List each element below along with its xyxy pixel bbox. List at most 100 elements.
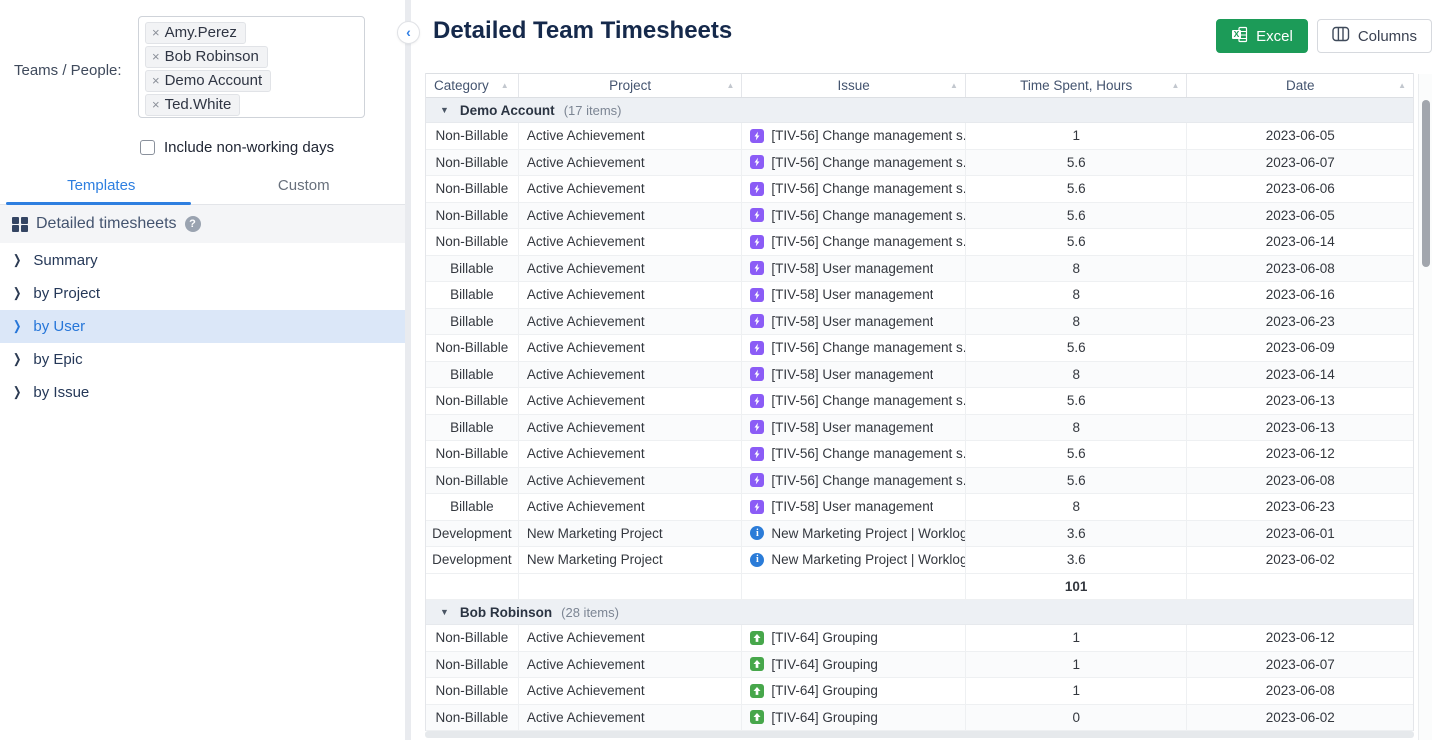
template-group-title: Detailed timesheets [36,215,177,233]
date-cell: 2023-06-05 [1187,123,1413,149]
hours-cell: 8 [966,309,1188,335]
svg-text:X: X [1234,29,1240,39]
vertical-scrollbar-track[interactable] [1418,74,1432,740]
page-title: Detailed Team Timesheets [433,17,732,45]
sidebar-item-label: by Issue [33,384,89,401]
timesheet-table: Category▲Project▲Issue▲Time Spent, Hours… [425,73,1414,731]
category-cell: Non-Billable [426,335,519,361]
category-cell: Non-Billable [426,123,519,149]
issue-label: [TIV-56] Change management s... [771,393,965,408]
category-cell: Billable [426,282,519,308]
category-cell: Billable [426,494,519,520]
column-header-category[interactable]: Category▲ [426,74,519,97]
remove-person-icon[interactable]: × [152,25,160,40]
bolt-icon [750,182,764,196]
person-chip: × Amy.Perez [145,22,246,44]
hours-cell: 8 [966,494,1188,520]
category-cell: Non-Billable [426,441,519,467]
sidebar-item-summary[interactable]: ❯Summary [0,244,405,277]
sidebar-tabs: Templates Custom [0,168,405,205]
help-icon[interactable]: ? [185,216,201,232]
project-cell: Active Achievement [519,282,743,308]
issue-label: [TIV-64] Grouping [771,683,878,698]
date-cell: 2023-06-01 [1187,521,1413,547]
date-cell: 2023-06-08 [1187,678,1413,704]
chevron-right-icon: ❯ [13,352,21,366]
group-header-row[interactable]: ▼Bob Robinson(28 items) [426,600,1413,625]
sidebar-item-label: by Epic [33,351,82,368]
issue-cell: [TIV-64] Grouping [742,678,966,704]
group-item-count: (28 items) [561,605,619,620]
issue-label: [TIV-64] Grouping [771,657,878,672]
timesheet-row: DevelopmentNew Marketing ProjectiNew Mar… [426,521,1413,548]
sort-arrow-icon: ▲ [726,81,734,90]
category-cell: Development [426,547,519,573]
group-name: Bob Robinson [460,605,552,620]
person-chip-label: Bob Robinson [165,48,259,65]
column-header-date[interactable]: Date▲ [1187,74,1413,97]
info-icon: i [750,526,764,540]
bolt-icon [750,447,764,461]
bolt-icon [750,288,764,302]
excel-export-button[interactable]: X Excel [1216,19,1308,53]
include-non-working-days-checkbox[interactable] [140,140,155,155]
remove-person-icon[interactable]: × [152,97,160,112]
tab-custom-label: Custom [278,177,330,194]
table-body: ▼Demo Account(17 items)Non-BillableActiv… [426,98,1413,731]
bolt-icon [750,394,764,408]
hours-cell: 5.6 [966,176,1188,202]
column-header-project[interactable]: Project▲ [519,74,743,97]
issue-label: [TIV-58] User management [771,314,933,329]
date-cell: 2023-06-08 [1187,256,1413,282]
project-cell: Active Achievement [519,150,743,176]
timesheet-row: BillableActive Achievement[TIV-58] User … [426,415,1413,442]
empty-cell [426,574,519,600]
issue-cell: [TIV-58] User management [742,362,966,388]
issue-label: [TIV-58] User management [771,287,933,302]
collapse-sidebar-button[interactable]: ‹ [397,21,420,44]
remove-person-icon[interactable]: × [152,73,160,88]
columns-button[interactable]: Columns [1317,19,1432,53]
column-header-issue[interactable]: Issue▲ [742,74,966,97]
project-cell: Active Achievement [519,203,743,229]
timesheet-row: BillableActive Achievement[TIV-58] User … [426,256,1413,283]
group-item-count: (17 items) [564,103,622,118]
app-window: Teams / People: ×Amy.Perez×Bob Robinson×… [0,0,1440,740]
remove-person-icon[interactable]: × [152,49,160,64]
sidebar-item-by-user[interactable]: ❯by User [0,310,405,343]
category-cell: Non-Billable [426,625,519,651]
sidebar-item-by-project[interactable]: ❯by Project [0,277,405,310]
empty-cell [1187,574,1413,600]
tab-templates[interactable]: Templates [0,168,203,204]
category-cell: Non-Billable [426,150,519,176]
horizontal-scrollbar[interactable] [425,731,1414,738]
people-multiselect[interactable]: ×Amy.Perez×Bob Robinson×Demo Account×Ted… [138,16,365,118]
hours-cell: 8 [966,256,1188,282]
column-header-label: Issue [838,78,870,93]
hours-cell: 5.6 [966,229,1188,255]
empty-cell [519,574,743,600]
date-cell: 2023-06-16 [1187,282,1413,308]
group-header-row[interactable]: ▼Demo Account(17 items) [426,98,1413,123]
timesheet-row: Non-BillableActive Achievement[TIV-56] C… [426,468,1413,495]
vertical-scrollbar-thumb[interactable] [1422,100,1430,267]
sidebar-item-by-issue[interactable]: ❯by Issue [0,376,405,409]
hours-cell: 8 [966,362,1188,388]
timesheet-row: Non-BillableActive Achievement[TIV-56] C… [426,229,1413,256]
tab-custom[interactable]: Custom [203,168,406,204]
timesheet-row: BillableActive Achievement[TIV-58] User … [426,309,1413,336]
sidebar-item-by-epic[interactable]: ❯ by Epic [0,343,405,376]
issue-cell: iNew Marketing Project | Worklog [742,547,966,573]
issue-label: [TIV-58] User management [771,420,933,435]
person-chip-label: Amy.Perez [165,24,237,41]
date-cell: 2023-06-02 [1187,705,1413,731]
chevron-right-icon: ❯ [13,253,21,267]
issue-cell: [TIV-58] User management [742,415,966,441]
template-group-header: Detailed timesheets ? [0,205,405,243]
include-non-working-days-label: Include non-working days [164,139,334,156]
include-non-working-days-row: Include non-working days [140,139,334,156]
project-cell: Active Achievement [519,335,743,361]
hours-cell: 8 [966,282,1188,308]
column-header-time-spent-hours[interactable]: Time Spent, Hours▲ [966,74,1188,97]
category-cell: Non-Billable [426,229,519,255]
